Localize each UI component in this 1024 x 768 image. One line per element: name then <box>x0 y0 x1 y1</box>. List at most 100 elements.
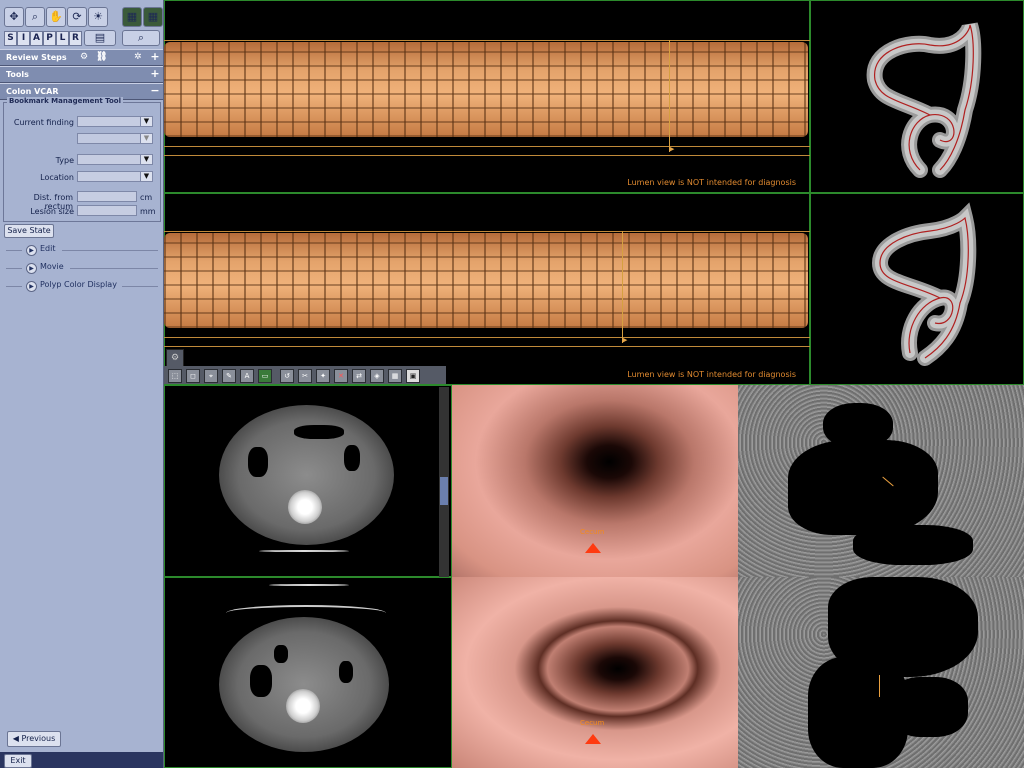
expand-arrow-icon[interactable]: ▶ <box>26 245 37 256</box>
lumen-warning: Lumen view is NOT intended for diagnosis <box>627 178 796 187</box>
layout-toggle-icon[interactable]: ▤ <box>84 30 116 46</box>
divider <box>6 250 22 251</box>
direction-arrow-icon <box>585 543 601 553</box>
edit-label: Edit <box>40 244 56 253</box>
view-button-s[interactable]: S <box>4 31 17 46</box>
capture-icon[interactable]: ▣ <box>406 369 420 383</box>
view-button-i[interactable]: I <box>17 31 30 46</box>
split-icon[interactable]: ⇄ <box>352 369 366 383</box>
save-state-button[interactable]: Save State <box>4 224 54 238</box>
measure-icon[interactable]: ⌖ <box>204 369 218 383</box>
pan-icon[interactable]: ✋ <box>46 7 66 27</box>
guide-line <box>164 346 810 347</box>
axial-ct-view-2[interactable] <box>164 577 452 768</box>
screen-layout-2-icon[interactable]: ▦ <box>143 7 163 27</box>
steps-config-icon[interactable]: ✲ <box>134 50 142 65</box>
location-select[interactable]: ▼ <box>77 171 153 182</box>
expand-icon[interactable]: + <box>150 68 160 79</box>
filter-icon[interactable]: ◈ <box>370 369 384 383</box>
magnifier-icon[interactable]: ⌕ <box>122 30 160 46</box>
previous-label: Previous <box>21 734 56 743</box>
collapse-icon[interactable]: − <box>150 85 160 96</box>
current-finding-select[interactable]: ▼ <box>77 116 153 127</box>
colon-3d-overview-1[interactable] <box>810 0 1024 193</box>
location-label: Location <box>40 173 74 182</box>
divider <box>6 268 22 269</box>
expand-arrow-icon[interactable]: ▶ <box>26 263 37 274</box>
unfolded-colon-image <box>164 233 808 328</box>
navigate-icon[interactable]: ✥ <box>4 7 24 27</box>
endoscopic-view-2[interactable]: Cecum <box>452 577 738 768</box>
dist-from-rectum-field[interactable] <box>77 191 137 202</box>
reset-icon[interactable]: ↺ <box>280 369 294 383</box>
finding-sub-select: ▼ <box>77 133 153 144</box>
view-button-p[interactable]: P <box>43 31 56 46</box>
guide-line <box>164 40 810 41</box>
rotate-icon[interactable]: ⟳ <box>67 7 87 27</box>
chevron-down-icon[interactable]: ▼ <box>140 155 152 164</box>
movie-expander[interactable]: ▶ Movie <box>4 262 158 274</box>
paint-icon[interactable]: ✦ <box>316 369 330 383</box>
cursor-marker-icon[interactable]: ▶ <box>622 336 627 344</box>
colon-3d-model <box>866 22 982 178</box>
slice-scrollbar[interactable] <box>439 387 449 577</box>
type-select[interactable]: ▼ <box>77 154 153 165</box>
steps-link-icon[interactable]: ⛓ <box>96 50 107 65</box>
grid-icon[interactable]: ▦ <box>388 369 402 383</box>
position-cursor[interactable] <box>622 231 623 343</box>
view-button-a[interactable]: A <box>30 31 43 46</box>
ruler-icon[interactable]: ▭ <box>258 369 272 383</box>
cecum-label: Cecum <box>580 719 605 727</box>
colon-air-region <box>853 525 973 565</box>
zoom-icon[interactable]: ⌕ <box>25 7 45 27</box>
previous-button[interactable]: ◀ Previous <box>7 731 61 747</box>
endoscopic-view-1[interactable]: Cecum <box>452 385 738 577</box>
colon-air-region <box>248 447 268 477</box>
bookmark-panel-title: Bookmark Management Tool <box>7 97 123 105</box>
text-icon[interactable]: A <box>240 369 254 383</box>
scrollbar-thumb[interactable] <box>440 477 448 505</box>
lesion-size-field[interactable] <box>77 205 137 216</box>
delete-icon[interactable]: ✕ <box>334 369 348 383</box>
axial-ct-view-1[interactable] <box>164 385 452 577</box>
chevron-down-icon[interactable]: ▼ <box>140 172 152 181</box>
lumen-view-2[interactable]: ▶ ⚙ Lumen view is NOT intended for diagn… <box>164 193 810 385</box>
roi-icon[interactable]: ◻ <box>186 369 200 383</box>
lesion-size-label: Lesion size <box>30 207 74 216</box>
tools-header[interactable]: Tools + <box>0 66 163 83</box>
divider <box>6 286 22 287</box>
select-icon[interactable]: ⬚ <box>168 369 182 383</box>
guide-line <box>164 155 810 156</box>
chevron-down-icon: ▼ <box>140 134 152 143</box>
steps-settings-icon[interactable]: ⚙ <box>80 50 88 65</box>
colon-air-region <box>294 425 344 439</box>
mpr-view-1[interactable] <box>738 385 1024 577</box>
brightness-icon[interactable]: ☀ <box>88 7 108 27</box>
expand-arrow-icon[interactable]: ▶ <box>26 281 37 292</box>
divider <box>62 250 158 251</box>
polyp-color-expander[interactable]: ▶ Polyp Color Display <box>4 280 158 292</box>
mpr-view-2[interactable] <box>738 577 1024 768</box>
exit-button[interactable]: Exit <box>4 754 32 768</box>
bookmark-management-panel: Bookmark Management Tool Current finding… <box>3 97 161 222</box>
control-panel: ✥ ⌕ ✋ ⟳ ☀ ▦ ▦ S I A P L R ▤ ⌕ Review Ste… <box>0 0 164 768</box>
guide-line <box>164 231 810 232</box>
annotate-icon[interactable]: ✎ <box>222 369 236 383</box>
colon-air-region <box>788 440 938 535</box>
view-button-r[interactable]: R <box>69 31 82 46</box>
screen-layout-icon[interactable]: ▦ <box>122 7 142 27</box>
position-cursor[interactable] <box>669 40 670 152</box>
review-steps-header[interactable]: Review Steps ⚙ ⛓ ✲ + <box>0 49 163 66</box>
cut-icon[interactable]: ✂ <box>298 369 312 383</box>
view-button-l[interactable]: L <box>56 31 69 46</box>
lumen-view-1[interactable]: ▶ Lumen view is NOT intended for diagnos… <box>164 0 810 193</box>
view-options-icon[interactable]: ⚙ <box>166 349 184 367</box>
cursor-marker-icon[interactable]: ▶ <box>669 145 674 153</box>
expand-icon[interactable]: + <box>150 51 160 62</box>
colon-3d-model <box>871 202 977 366</box>
chevron-down-icon[interactable]: ▼ <box>140 117 152 126</box>
dist-unit: cm <box>140 193 153 202</box>
colon-3d-overview-2[interactable] <box>810 193 1024 385</box>
guide-line <box>164 146 810 147</box>
edit-expander[interactable]: ▶ Edit <box>4 244 158 256</box>
